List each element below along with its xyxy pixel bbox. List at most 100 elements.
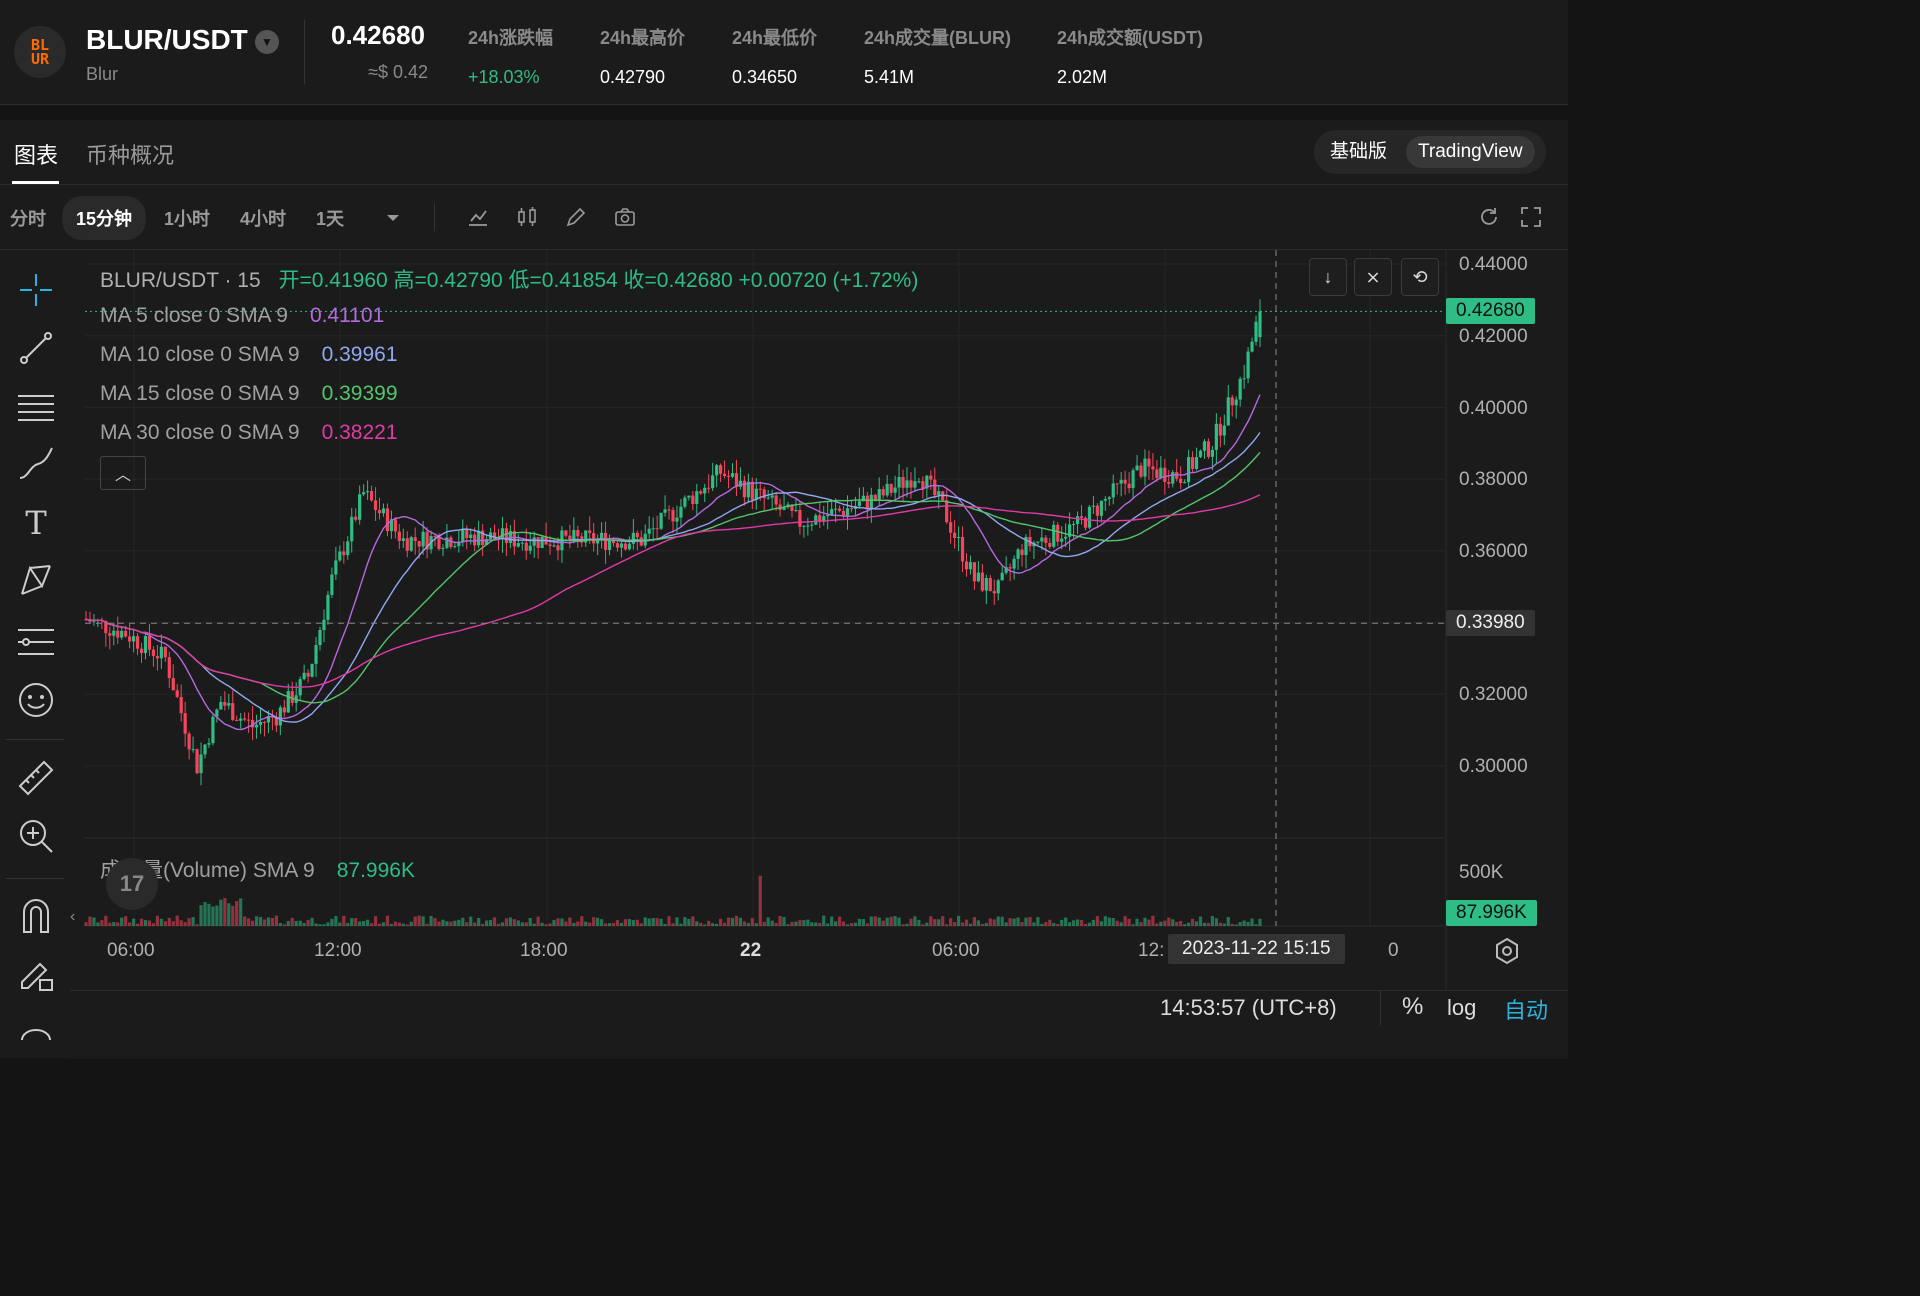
settings-icon[interactable] xyxy=(1492,936,1522,966)
ma-label: MA 30 close 0 SMA 9 xyxy=(100,421,300,444)
divider xyxy=(304,20,305,84)
lock-drawing-icon[interactable] xyxy=(16,954,56,994)
mode-tradingview[interactable]: TradingView xyxy=(1406,136,1535,168)
text-tool-icon[interactable]: T xyxy=(16,502,56,542)
volume-bar xyxy=(461,917,465,926)
pair-title[interactable]: BLUR/USDT xyxy=(86,24,248,56)
volume-bar xyxy=(314,923,318,926)
candle-body xyxy=(528,545,532,551)
trendline-icon[interactable] xyxy=(16,328,56,368)
volume-bar xyxy=(873,916,877,926)
volume-bar xyxy=(913,916,917,926)
candle-body xyxy=(945,500,949,523)
collapse-legend-button[interactable]: ︿ xyxy=(100,456,146,490)
reset-view-button[interactable]: ⟲ xyxy=(1401,258,1439,296)
stat-label: 24h最高价 xyxy=(600,28,686,48)
volume-bar xyxy=(798,920,802,926)
crosshair-icon[interactable] xyxy=(16,270,56,310)
fib-lines-icon[interactable] xyxy=(16,386,56,426)
volume-bar xyxy=(175,915,179,926)
auto-scale-toggle[interactable]: 自动 xyxy=(1504,993,1548,1025)
tab-overview[interactable]: 币种概况 xyxy=(86,138,174,170)
volume-bar xyxy=(135,923,140,926)
candle-body xyxy=(834,508,838,510)
mode-basic[interactable]: 基础版 xyxy=(1318,136,1399,168)
volume-bar xyxy=(734,915,739,926)
emoji-icon[interactable] xyxy=(16,680,56,720)
volume-bar xyxy=(790,921,794,926)
collapse-button[interactable]: ⨯ xyxy=(1354,258,1392,296)
ma-line xyxy=(85,432,1261,723)
volume-bar xyxy=(635,919,639,926)
candle-body xyxy=(841,510,846,516)
volume-bar xyxy=(1147,919,1151,926)
magnet-icon[interactable] xyxy=(16,896,56,936)
draw-pencil-icon[interactable] xyxy=(564,205,588,229)
candle-body xyxy=(187,733,191,750)
candle-body xyxy=(421,531,425,547)
candle-body xyxy=(1230,397,1234,406)
volume-bar xyxy=(929,916,933,926)
fullscreen-icon[interactable] xyxy=(1519,205,1543,229)
candle-body xyxy=(814,515,818,525)
stat-volume: 24h成交量(BLUR) 5.41M xyxy=(864,24,1011,88)
candle-body xyxy=(865,495,869,510)
volume-bar xyxy=(770,920,774,926)
camera-icon[interactable] xyxy=(613,205,637,229)
clock[interactable]: 14:53:57 (UTC+8) xyxy=(1160,995,1337,1021)
tf-4h[interactable]: 4小时 xyxy=(240,205,286,231)
candle-body xyxy=(413,537,417,542)
candle-body xyxy=(334,560,338,575)
candle-body xyxy=(207,743,211,745)
tf-1h[interactable]: 1小时 xyxy=(164,205,210,231)
candle-body xyxy=(798,509,802,527)
indicators-icon[interactable] xyxy=(466,205,490,229)
price-chart[interactable]: BLUR/USDT · 15 开=0.41960 高=0.42790 低=0.4… xyxy=(70,250,1568,990)
volume-bar xyxy=(945,924,949,926)
zoom-in-icon[interactable] xyxy=(16,816,56,856)
volume-bar xyxy=(540,922,544,926)
blur-logo: BL UR xyxy=(14,26,66,78)
tf-1d[interactable]: 1天 xyxy=(316,205,344,231)
volume-bar xyxy=(211,906,215,926)
candle-body xyxy=(314,645,318,664)
eye-icon[interactable] xyxy=(16,1014,56,1054)
pair-dropdown-icon[interactable]: ▼ xyxy=(255,30,279,54)
candle-body xyxy=(988,578,992,592)
volume-bar xyxy=(611,923,616,926)
candle-body xyxy=(1139,465,1143,477)
reset-icon[interactable] xyxy=(1477,205,1501,229)
volume-bar xyxy=(358,921,362,926)
prediction-icon[interactable] xyxy=(16,620,56,660)
log-toggle[interactable]: log xyxy=(1447,995,1476,1021)
volume-bar xyxy=(401,923,405,926)
candle-body xyxy=(849,508,854,510)
percent-toggle[interactable]: % xyxy=(1402,993,1423,1021)
candle-body xyxy=(211,716,215,744)
candle-type-icon[interactable] xyxy=(515,205,539,229)
volume-bar xyxy=(338,922,342,926)
volume-bar xyxy=(909,918,913,926)
scroll-left-icon[interactable]: ‹ xyxy=(70,908,75,926)
ma-label: MA 15 close 0 SMA 9 xyxy=(100,382,300,405)
tab-chart[interactable]: 图表 xyxy=(14,138,58,170)
tf-15m[interactable]: 15分钟 xyxy=(62,196,147,240)
volume-bar xyxy=(465,922,469,926)
more-timeframes-icon[interactable] xyxy=(381,205,405,229)
ruler-icon[interactable] xyxy=(16,758,56,798)
candle-body xyxy=(635,532,639,538)
brush-icon[interactable] xyxy=(16,444,56,484)
volume-bar xyxy=(496,923,501,926)
candle-body xyxy=(262,722,267,724)
candle-body xyxy=(1048,542,1052,547)
scroll-down-button[interactable]: ↓ xyxy=(1309,258,1347,296)
candle-body xyxy=(231,703,235,720)
candle-body xyxy=(302,672,306,680)
volume-bar xyxy=(623,919,628,926)
volume-bar xyxy=(516,920,520,926)
volume-bar xyxy=(163,921,167,926)
pattern-icon[interactable] xyxy=(16,560,56,600)
volume-bar xyxy=(1210,915,1215,926)
tf-line[interactable]: 分时 xyxy=(10,205,46,231)
candle-body xyxy=(433,536,437,538)
